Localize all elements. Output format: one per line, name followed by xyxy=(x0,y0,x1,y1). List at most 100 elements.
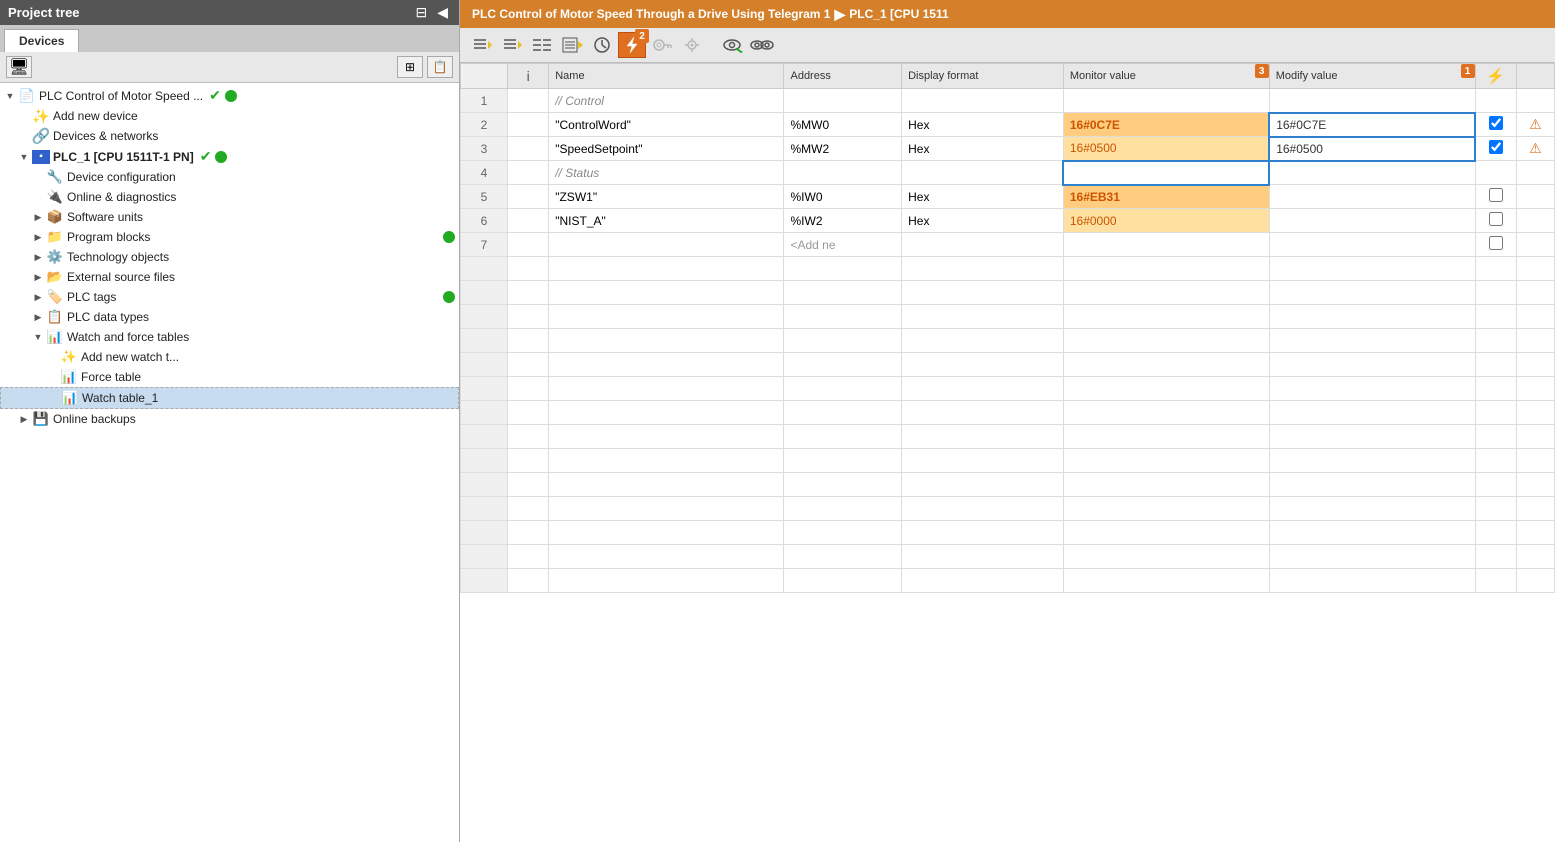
table-row-empty xyxy=(461,425,1555,449)
row-name-6[interactable]: "NIST_A" xyxy=(549,209,784,233)
row-num-5: 5 xyxy=(461,185,508,209)
tree-icon-software-units: 📦 xyxy=(46,209,64,225)
tree-arrow-plc1: ▼ xyxy=(18,151,30,163)
row-monitor-5[interactable]: 16#EB31 xyxy=(1063,185,1269,209)
row-name-7 xyxy=(549,233,784,257)
row-modify-3[interactable]: 16#0500 xyxy=(1269,137,1475,161)
toolbar-view1-btn[interactable] xyxy=(718,32,746,58)
row-format-3: Hex xyxy=(902,137,1064,161)
row-modify-2[interactable]: 16#0C7E xyxy=(1269,113,1475,137)
col-header-format: Display format xyxy=(902,64,1064,89)
tree-arrow-watch-force: ▼ xyxy=(32,331,44,343)
toolbar-settings-btn[interactable] xyxy=(678,32,706,58)
row-warn-4 xyxy=(1516,161,1554,185)
tree-item-watch-force[interactable]: ▼ 📊 Watch and force tables xyxy=(0,327,459,347)
main-layout: Project tree ⊟ ◀ Devices 🖥 ⊞ 📋 xyxy=(0,0,1555,842)
tree-item-add-device[interactable]: ✨ Add new device xyxy=(0,106,459,126)
row-i-1 xyxy=(508,89,549,113)
sidebar-collapse-icon[interactable]: ◀ xyxy=(434,4,451,21)
tree-item-program-blocks[interactable]: ▶ 📁 Program blocks xyxy=(0,227,459,247)
col-header-lightning: ⚡ xyxy=(1475,64,1516,89)
sidebar-columns-icon[interactable]: ⊟ xyxy=(412,4,430,21)
settings-icon xyxy=(681,36,703,54)
row-monitor-3[interactable]: 16#0500 xyxy=(1063,137,1269,161)
tree-item-watch-table1[interactable]: 📊 Watch table_1 xyxy=(0,387,459,409)
row-warn-5 xyxy=(1516,185,1554,209)
tree-arrow-software-units: ▶ xyxy=(32,211,44,223)
tree-item-ext-source[interactable]: ▶ 📂 External source files xyxy=(0,267,459,287)
tree-item-online-diag[interactable]: 🔌 Online & diagnostics xyxy=(0,187,459,207)
row-checkbox-6[interactable] xyxy=(1489,212,1503,226)
tree-item-plc1[interactable]: ▼ ▪ PLC_1 [CPU 1511T-1 PN] ✔ xyxy=(0,146,459,167)
tree-item-force-table[interactable]: 📊 Force table xyxy=(0,367,459,387)
tree-item-online-backups[interactable]: ▶ 💾 Online backups xyxy=(0,409,459,429)
toolbar-view2-btn[interactable] xyxy=(748,32,776,58)
row-checkbox-2[interactable] xyxy=(1489,116,1503,130)
separator-icon xyxy=(531,36,553,54)
tree-item-software-units[interactable]: ▶ 📦 Software units xyxy=(0,207,459,227)
tree-item-add-watch[interactable]: ✨ Add new watch t... xyxy=(0,347,459,367)
row-address-3: %MW2 xyxy=(784,137,902,161)
row-name-2[interactable]: "ControlWord" xyxy=(549,113,784,137)
row-check-3[interactable] xyxy=(1475,137,1516,161)
row-monitor-2[interactable]: 16#0C7E xyxy=(1063,113,1269,137)
tree-dot-plc-project xyxy=(225,90,237,102)
tree-arrow-add-watch xyxy=(46,351,58,363)
sidebar-tabs: Devices xyxy=(0,25,459,52)
toolbar-lightning-btn[interactable]: 2 xyxy=(618,32,646,58)
row-check-4 xyxy=(1475,161,1516,185)
row-checkbox-7[interactable] xyxy=(1489,236,1503,250)
tree-dot-plc-tags xyxy=(443,291,455,303)
row-name-4[interactable]: // Status xyxy=(549,161,784,185)
row-checkbox-3[interactable] xyxy=(1489,140,1503,154)
row-name-1[interactable]: // Control xyxy=(549,89,784,113)
toolbar-monitor-once-btn[interactable] xyxy=(498,32,526,58)
tree-item-plc-project[interactable]: ▼ 📄 PLC Control of Motor Speed ... ✔ xyxy=(0,85,459,106)
table-row-empty xyxy=(461,329,1555,353)
toolbar-monitor-all-btn[interactable] xyxy=(468,32,496,58)
table-row-empty xyxy=(461,281,1555,305)
row-check-1 xyxy=(1475,89,1516,113)
tree-label-devices-networks: Devices & networks xyxy=(53,129,158,143)
tree-item-device-config[interactable]: 🔧 Device configuration xyxy=(0,167,459,187)
sidebar-icon-btn-1[interactable]: 🖥 xyxy=(6,56,32,78)
row-check-7[interactable] xyxy=(1475,233,1516,257)
tree-icon-plc1: ▪ xyxy=(32,150,50,164)
row-name-3[interactable]: "SpeedSetpoint" xyxy=(549,137,784,161)
row-check-6[interactable] xyxy=(1475,209,1516,233)
row-monitor-6[interactable]: 16#0000 xyxy=(1063,209,1269,233)
tree-item-plc-data-types[interactable]: ▶ 📋 PLC data types xyxy=(0,307,459,327)
tree-arrow-tech-objects: ▶ xyxy=(32,251,44,263)
toolbar-separator-btn[interactable] xyxy=(528,32,556,58)
row-modify-1 xyxy=(1269,89,1475,113)
tree-item-tech-objects[interactable]: ▶ ⚙️ Technology objects xyxy=(0,247,459,267)
row-num-6: 6 xyxy=(461,209,508,233)
tree-item-plc-tags[interactable]: ▶ 🏷️ PLC tags xyxy=(0,287,459,307)
table-row: 1 // Control xyxy=(461,89,1555,113)
row-checkbox-5[interactable] xyxy=(1489,188,1503,202)
tree-arrow-online-diag xyxy=(32,191,44,203)
monitor-badge: 3 xyxy=(1255,64,1269,78)
row-modify-5 xyxy=(1269,185,1475,209)
row-name-5[interactable]: "ZSW1" xyxy=(549,185,784,209)
row-check-2[interactable] xyxy=(1475,113,1516,137)
row-num-4: 4 xyxy=(461,161,508,185)
row-address-7[interactable]: <Add ne xyxy=(784,233,902,257)
row-warn-7 xyxy=(1516,233,1554,257)
tree-icon-plc-tags: 🏷️ xyxy=(46,289,64,305)
devices-tab[interactable]: Devices xyxy=(4,29,79,52)
toolbar-force-list-btn[interactable] xyxy=(558,32,586,58)
sidebar-view-btn-2[interactable]: 📋 xyxy=(427,56,453,78)
tree-icon-watch-force: 📊 xyxy=(46,329,64,345)
tree-label-online-diag: Online & diagnostics xyxy=(67,190,176,204)
sidebar-title-bar: Project tree ⊟ ◀ xyxy=(0,0,459,25)
row-check-5[interactable] xyxy=(1475,185,1516,209)
sidebar-view-btn-1[interactable]: ⊞ xyxy=(397,56,423,78)
col-header-name: Name xyxy=(549,64,784,89)
sidebar-tree: ▼ 📄 PLC Control of Motor Speed ... ✔ ✨ A… xyxy=(0,83,459,842)
tree-item-devices-networks[interactable]: 🔗 Devices & networks xyxy=(0,126,459,146)
tree-label-plc1: PLC_1 [CPU 1511T-1 PN] xyxy=(53,150,194,164)
toolbar-keys-btn[interactable] xyxy=(648,32,676,58)
row-format-4 xyxy=(902,161,1064,185)
toolbar-trigger-btn[interactable] xyxy=(588,32,616,58)
